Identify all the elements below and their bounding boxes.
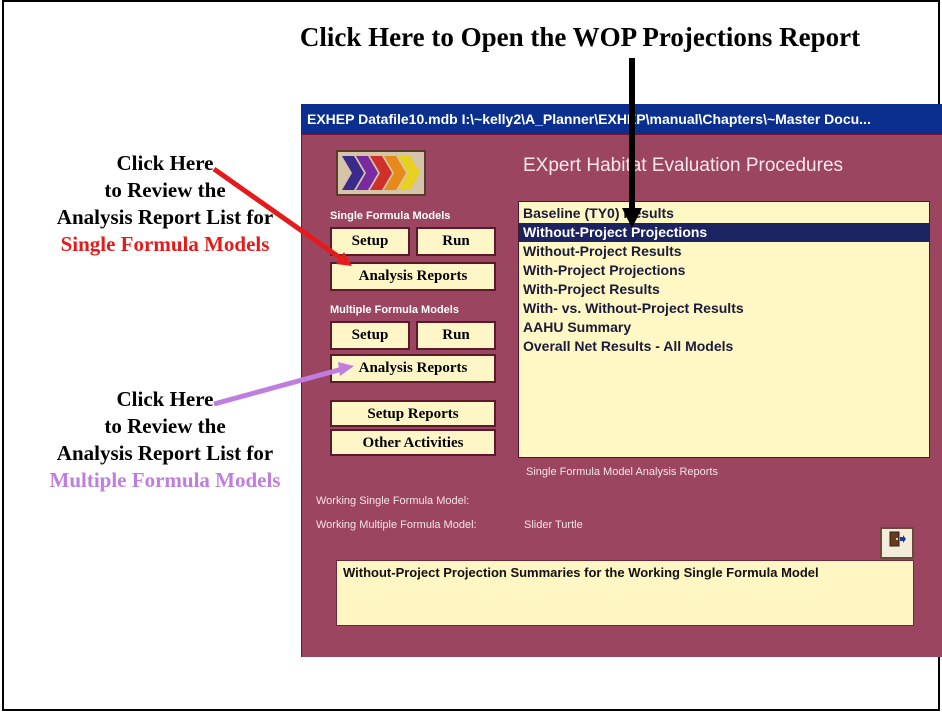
multiple-group-label: Multiple Formula Models	[330, 304, 459, 316]
single-group-label: Single Formula Models	[330, 210, 451, 222]
list-item[interactable]: With-Project Projections	[523, 261, 685, 280]
analysis-report-list[interactable]: Baseline (TY0) Results Without-Project P…	[518, 201, 930, 458]
callout-line: Analysis Report List for	[56, 205, 274, 229]
exit-button[interactable]	[880, 527, 914, 559]
callout-line: to Review the	[104, 178, 226, 202]
working-multiple-label: Working Multiple Formula Model:	[316, 519, 477, 531]
list-caption: Single Formula Model Analysis Reports	[526, 466, 718, 478]
app-title: EXpert Habitat Evaluation Procedures	[523, 155, 844, 176]
exit-door-icon	[889, 531, 906, 547]
list-item[interactable]: Overall Net Results - All Models	[523, 337, 733, 356]
single-callout: Click Here to Review the Analysis Report…	[30, 150, 300, 258]
working-single-label: Working Single Formula Model:	[316, 495, 470, 507]
working-multiple-value: Slider Turtle	[524, 519, 583, 531]
other-activities-button[interactable]: Other Activities	[330, 429, 496, 456]
single-setup-button[interactable]: Setup	[330, 227, 410, 256]
window-titlebar[interactable]: EXHEP Datafile10.mdb I:\~kelly2\A_Planne…	[301, 104, 942, 134]
multiple-callout: Click Here to Review the Analysis Report…	[30, 386, 300, 494]
multiple-run-button[interactable]: Run	[416, 321, 496, 350]
exhep-logo-icon	[336, 150, 426, 196]
callout-line: Analysis Report List for	[56, 441, 274, 465]
callout-line-red: Single Formula Models	[60, 232, 270, 256]
multiple-setup-button[interactable]: Setup	[330, 321, 410, 350]
list-item[interactable]: AAHU Summary	[523, 318, 631, 337]
list-item[interactable]: Baseline (TY0) Results	[523, 204, 674, 223]
callout-line: Click Here	[116, 387, 214, 411]
callout-line-violet: Multiple Formula Models	[49, 468, 281, 492]
report-description: Without-Project Projection Summaries for…	[336, 560, 914, 626]
single-analysis-reports-button[interactable]: Analysis Reports	[330, 262, 496, 291]
list-item[interactable]: Without-Project Results	[523, 242, 682, 261]
callout-line: to Review the	[104, 414, 226, 438]
list-item[interactable]: With-Project Results	[523, 280, 660, 299]
window-title: EXHEP Datafile10.mdb I:\~kelly2\A_Planne…	[307, 111, 871, 127]
list-item-selected[interactable]: Without-Project Projections	[519, 223, 929, 242]
multiple-analysis-reports-button[interactable]: Analysis Reports	[330, 354, 496, 383]
exhep-window: EXHEP Datafile10.mdb I:\~kelly2\A_Planne…	[301, 104, 942, 657]
single-run-button[interactable]: Run	[416, 227, 496, 256]
callout-line: Click Here	[116, 151, 214, 175]
main-panel: EXpert Habitat Evaluation Procedures Sin…	[302, 135, 942, 657]
top-callout: Click Here to Open the WOP Projections R…	[299, 22, 861, 52]
setup-reports-button[interactable]: Setup Reports	[330, 400, 496, 427]
list-item[interactable]: With- vs. Without-Project Results	[523, 299, 744, 318]
